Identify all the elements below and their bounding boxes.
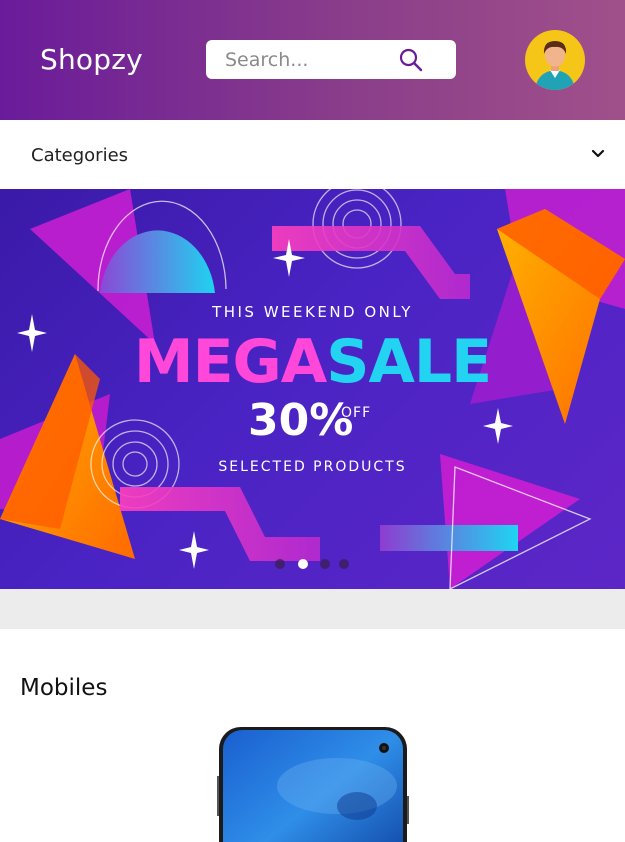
banner-subtitle: THIS WEEKEND ONLY [212, 303, 413, 321]
app-logo[interactable]: Shopzy [40, 43, 143, 76]
banner-headline-sale: SALE [326, 327, 492, 397]
banner-footer-text: SELECTED PRODUCTS [218, 459, 407, 475]
product-image-phone[interactable] [217, 726, 409, 842]
section-divider [0, 589, 625, 629]
banner-off: OFF [341, 405, 372, 421]
carousel-dot-1[interactable] [275, 559, 285, 569]
carousel-dot-4[interactable] [339, 559, 349, 569]
promo-banner[interactable]: THIS WEEKEND ONLY MEGASALE 30% OFF SELEC… [0, 189, 625, 589]
chevron-down-icon[interactable] [590, 146, 606, 162]
user-avatar[interactable] [525, 30, 585, 90]
phone-illustration [217, 727, 409, 842]
categories-label: Categories [31, 145, 129, 166]
carousel-dot-2[interactable] [298, 559, 308, 569]
user-avatar-icon [535, 41, 575, 90]
banner-headline-mega: MEGA [133, 327, 327, 397]
banner-percent: 30% [248, 395, 354, 446]
carousel-dot-3[interactable] [320, 559, 330, 569]
search-icon[interactable] [398, 47, 424, 73]
section-title-mobiles: Mobiles [20, 675, 108, 701]
search-input[interactable] [206, 40, 406, 79]
top-header: Shopzy [0, 0, 625, 120]
categories-dropdown[interactable]: Categories [0, 120, 625, 189]
banner-headline: MEGASALE [0, 327, 625, 397]
